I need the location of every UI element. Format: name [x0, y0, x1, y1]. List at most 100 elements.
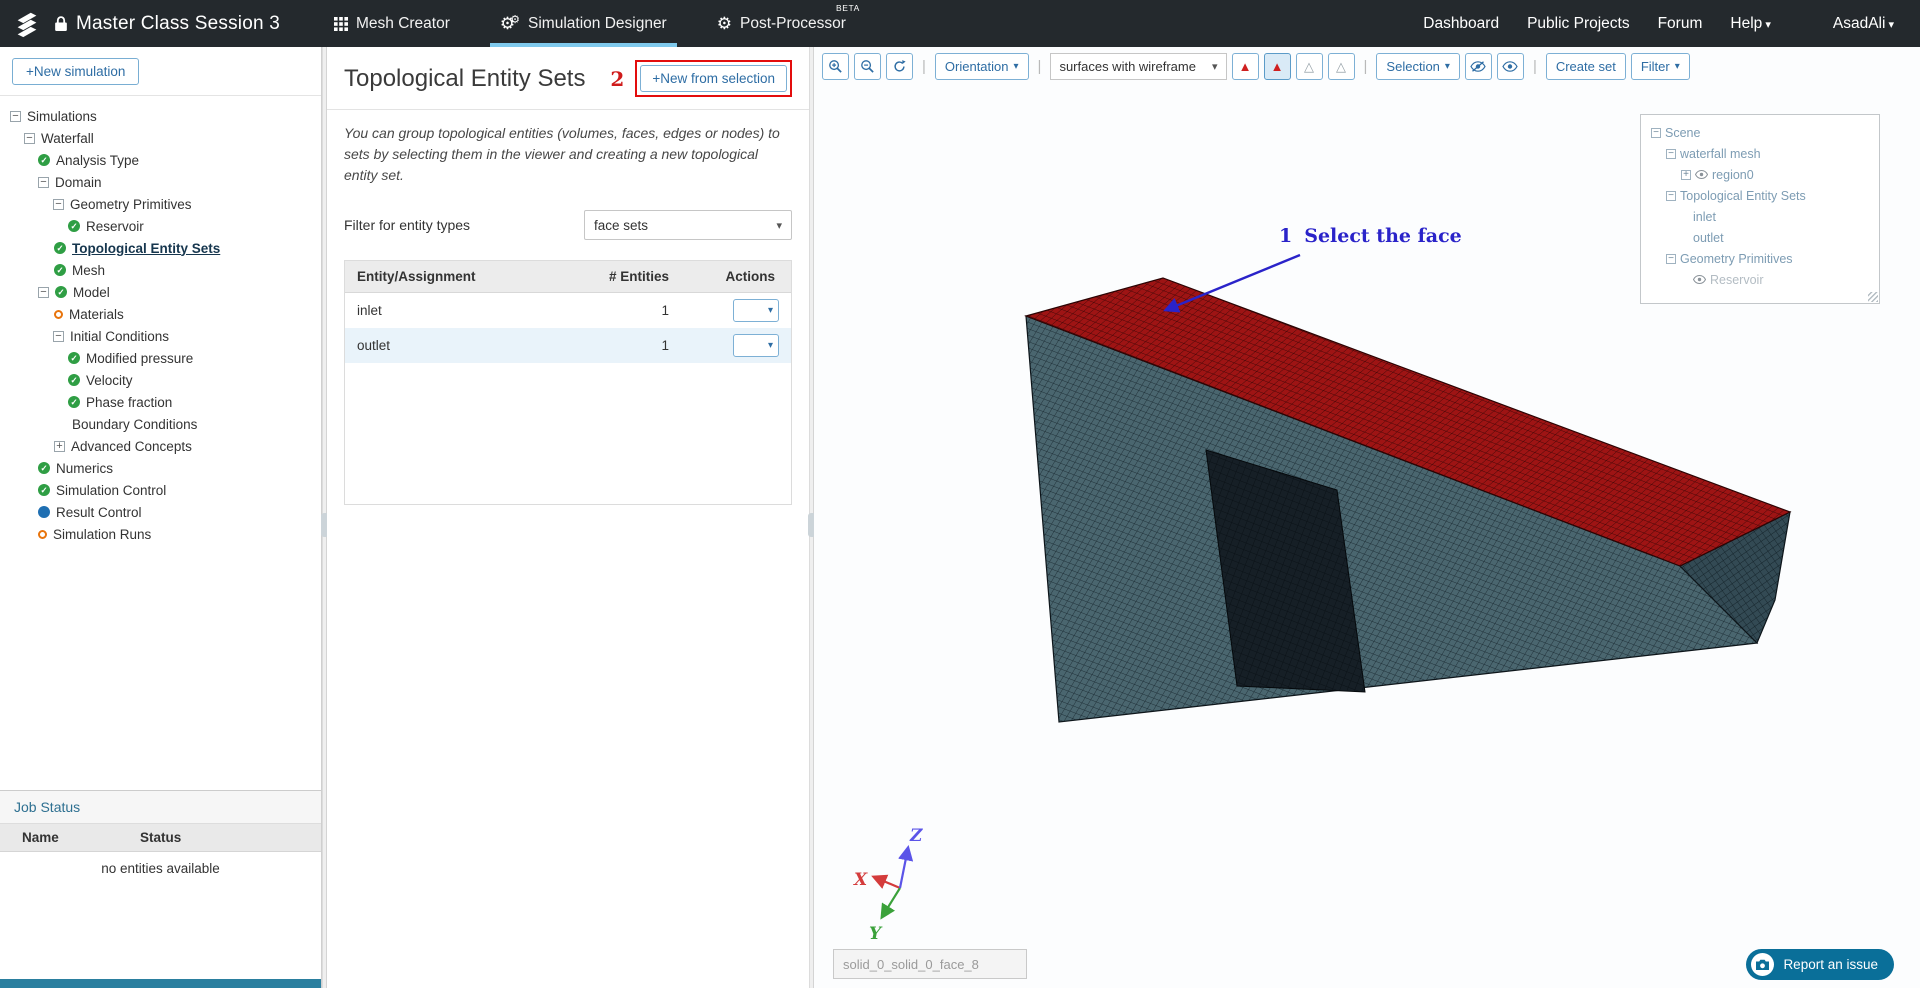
tree-item-advanced-concepts[interactable]: Advanced Concepts [0, 435, 321, 457]
display-toggle-solid-button[interactable]: ▲ [1231, 53, 1259, 80]
toolbar-separator: | [922, 58, 926, 75]
tree-item-geometry-primitives[interactable]: Geometry Primitives [0, 193, 321, 215]
horizontal-scrollbar[interactable] [0, 979, 321, 988]
collapse-icon[interactable] [1666, 190, 1676, 201]
show-selection-button[interactable] [1496, 53, 1524, 80]
nav-link-forum[interactable]: Forum [1658, 15, 1703, 33]
entity-set-row-outlet[interactable]: outlet 1 ▾ [345, 328, 791, 363]
entity-set-name: outlet [357, 338, 391, 353]
entity-set-name: inlet [357, 303, 382, 318]
tab-simulation-designer[interactable]: ⚙ ⚙ Simulation Designer [489, 0, 677, 47]
collapse-icon[interactable] [53, 330, 64, 342]
scene-item-region0[interactable]: region0 [1645, 164, 1875, 185]
refresh-icon [894, 60, 906, 72]
viewer-toolbar: | Orientation ▾ | surfaces with wirefram… [822, 53, 1690, 80]
tree-item-simulation-runs[interactable]: Simulation Runs [0, 523, 321, 545]
collapse-icon[interactable] [38, 286, 49, 298]
row-actions-dropdown[interactable]: ▾ [733, 334, 779, 357]
collapse-icon[interactable] [38, 176, 49, 188]
orientation-dropdown[interactable]: Orientation ▾ [934, 53, 1029, 80]
collapse-icon[interactable] [53, 198, 64, 210]
tree-item-velocity[interactable]: Velocity [0, 369, 321, 391]
new-from-selection-button[interactable]: +New from selection [640, 65, 787, 92]
check-icon [54, 242, 66, 254]
check-icon [68, 220, 80, 232]
tree-item-simulations[interactable]: Simulations [0, 105, 321, 127]
tree-item-phase-fraction[interactable]: Phase fraction [0, 391, 321, 413]
new-simulation-button[interactable]: +New simulation [12, 58, 140, 85]
zoom-in-button[interactable] [822, 53, 849, 80]
user-menu[interactable]: AsadAli [1833, 15, 1894, 33]
scene-item-inlet[interactable]: inlet [1645, 206, 1875, 227]
tree-item-label: Mesh [72, 262, 106, 278]
viewer-3d[interactable]: X Y Z | Orientation ▾ | surfaces with wi… [814, 47, 1920, 988]
filter-label: Filter [1640, 59, 1670, 74]
tree-item-simulation-control[interactable]: Simulation Control [0, 479, 321, 501]
tree-item-domain[interactable]: Domain [0, 171, 321, 193]
display-toggle-outline-1-button[interactable]: △ [1295, 53, 1323, 80]
tree-item-result-control[interactable]: Result Control [0, 501, 321, 523]
annotation-highlight-box: +New from selection [635, 60, 792, 97]
create-set-label: Create set [1555, 59, 1616, 74]
collapse-icon[interactable] [1666, 148, 1676, 159]
tree-item-mesh[interactable]: Mesh [0, 259, 321, 281]
collapse-icon[interactable] [1666, 253, 1676, 264]
collapse-icon[interactable] [24, 132, 35, 144]
simscale-logo-icon[interactable] [10, 7, 44, 41]
tree-item-waterfall[interactable]: Waterfall [0, 127, 321, 149]
tab-post-processor[interactable]: ⚙ Post-Processor BETA [711, 0, 860, 47]
scene-item-waterfall-mesh[interactable]: waterfall mesh [1645, 143, 1875, 164]
scene-item-topological-entity-sets[interactable]: Topological Entity Sets [1645, 185, 1875, 206]
tree-item-numerics[interactable]: Numerics [0, 457, 321, 479]
collapse-icon[interactable] [10, 110, 21, 122]
tree-item-initial-conditions[interactable]: Initial Conditions [0, 325, 321, 347]
refresh-view-button[interactable] [886, 53, 913, 80]
tree-item-materials[interactable]: Materials [0, 303, 321, 325]
render-mode-select[interactable]: surfaces with wireframe ▾ [1050, 53, 1227, 80]
create-set-button[interactable]: Create set [1545, 53, 1626, 80]
nav-link-public-projects[interactable]: Public Projects [1527, 15, 1630, 33]
tab-mesh-creator[interactable]: Mesh Creator [328, 0, 456, 47]
tree-item-label: Domain [55, 174, 102, 190]
caret-down-icon: ▾ [776, 219, 782, 232]
expand-icon[interactable] [54, 440, 65, 452]
entity-set-row-inlet[interactable]: inlet 1 ▾ [345, 293, 791, 328]
filter-dropdown[interactable]: Filter ▾ [1630, 53, 1690, 80]
scene-item-outlet[interactable]: outlet [1645, 227, 1875, 248]
scene-item-reservoir[interactable]: Reservoir [1645, 269, 1875, 290]
tree-item-analysis-type[interactable]: Analysis Type [0, 149, 321, 171]
tree-item-reservoir[interactable]: Reservoir [0, 215, 321, 237]
tab-label: Post-Processor [739, 14, 846, 32]
display-toggle-outline-2-button[interactable]: △ [1327, 53, 1355, 80]
expand-icon[interactable] [1681, 169, 1691, 180]
collapse-icon[interactable] [1651, 127, 1661, 138]
tree-item-boundary-conditions[interactable]: Boundary Conditions [0, 413, 321, 435]
entity-sets-table-header: Entity/Assignment # Entities Actions [345, 261, 791, 293]
hide-selection-button[interactable] [1464, 53, 1492, 80]
zoom-out-button[interactable] [854, 53, 881, 80]
eye-icon[interactable] [1695, 170, 1708, 179]
filter-entity-types-label: Filter for entity types [344, 217, 471, 233]
nav-link-dashboard[interactable]: Dashboard [1423, 15, 1499, 33]
tree-item-label: Phase fraction [86, 394, 173, 410]
page-body: +New simulation Simulations Waterfall Anal… [0, 47, 1920, 988]
scene-item-label: outlet [1693, 230, 1724, 245]
tree-item-model[interactable]: Model [0, 281, 321, 303]
help-menu[interactable]: Help [1730, 15, 1770, 33]
triangle-outline-icon: △ [1304, 59, 1315, 74]
report-issue-button[interactable]: Report an issue [1746, 949, 1894, 980]
eye-icon[interactable] [1693, 275, 1706, 284]
display-toggle-selected-button[interactable]: ▲ [1263, 53, 1291, 80]
scene-item-geometry-primitives[interactable]: Geometry Primitives [1645, 248, 1875, 269]
job-status-empty-text: no entities available [101, 861, 220, 876]
selection-dropdown[interactable]: Selection ▾ [1376, 53, 1460, 80]
viewer-tooltip: solid_0_solid_0_face_8 [833, 949, 1027, 979]
tree-item-modified-pressure[interactable]: Modified pressure [0, 347, 321, 369]
entity-type-select[interactable]: face sets ▾ [584, 210, 792, 240]
scene-item-label: region0 [1712, 167, 1754, 182]
row-actions-dropdown[interactable]: ▾ [733, 299, 779, 322]
tree-item-topological-entity-sets[interactable]: Topological Entity Sets [0, 237, 321, 259]
scene-item-scene[interactable]: Scene [1645, 122, 1875, 143]
workbench-tabs: Mesh Creator ⚙ ⚙ Simulation Designer ⚙ Post-P… [328, 0, 860, 47]
